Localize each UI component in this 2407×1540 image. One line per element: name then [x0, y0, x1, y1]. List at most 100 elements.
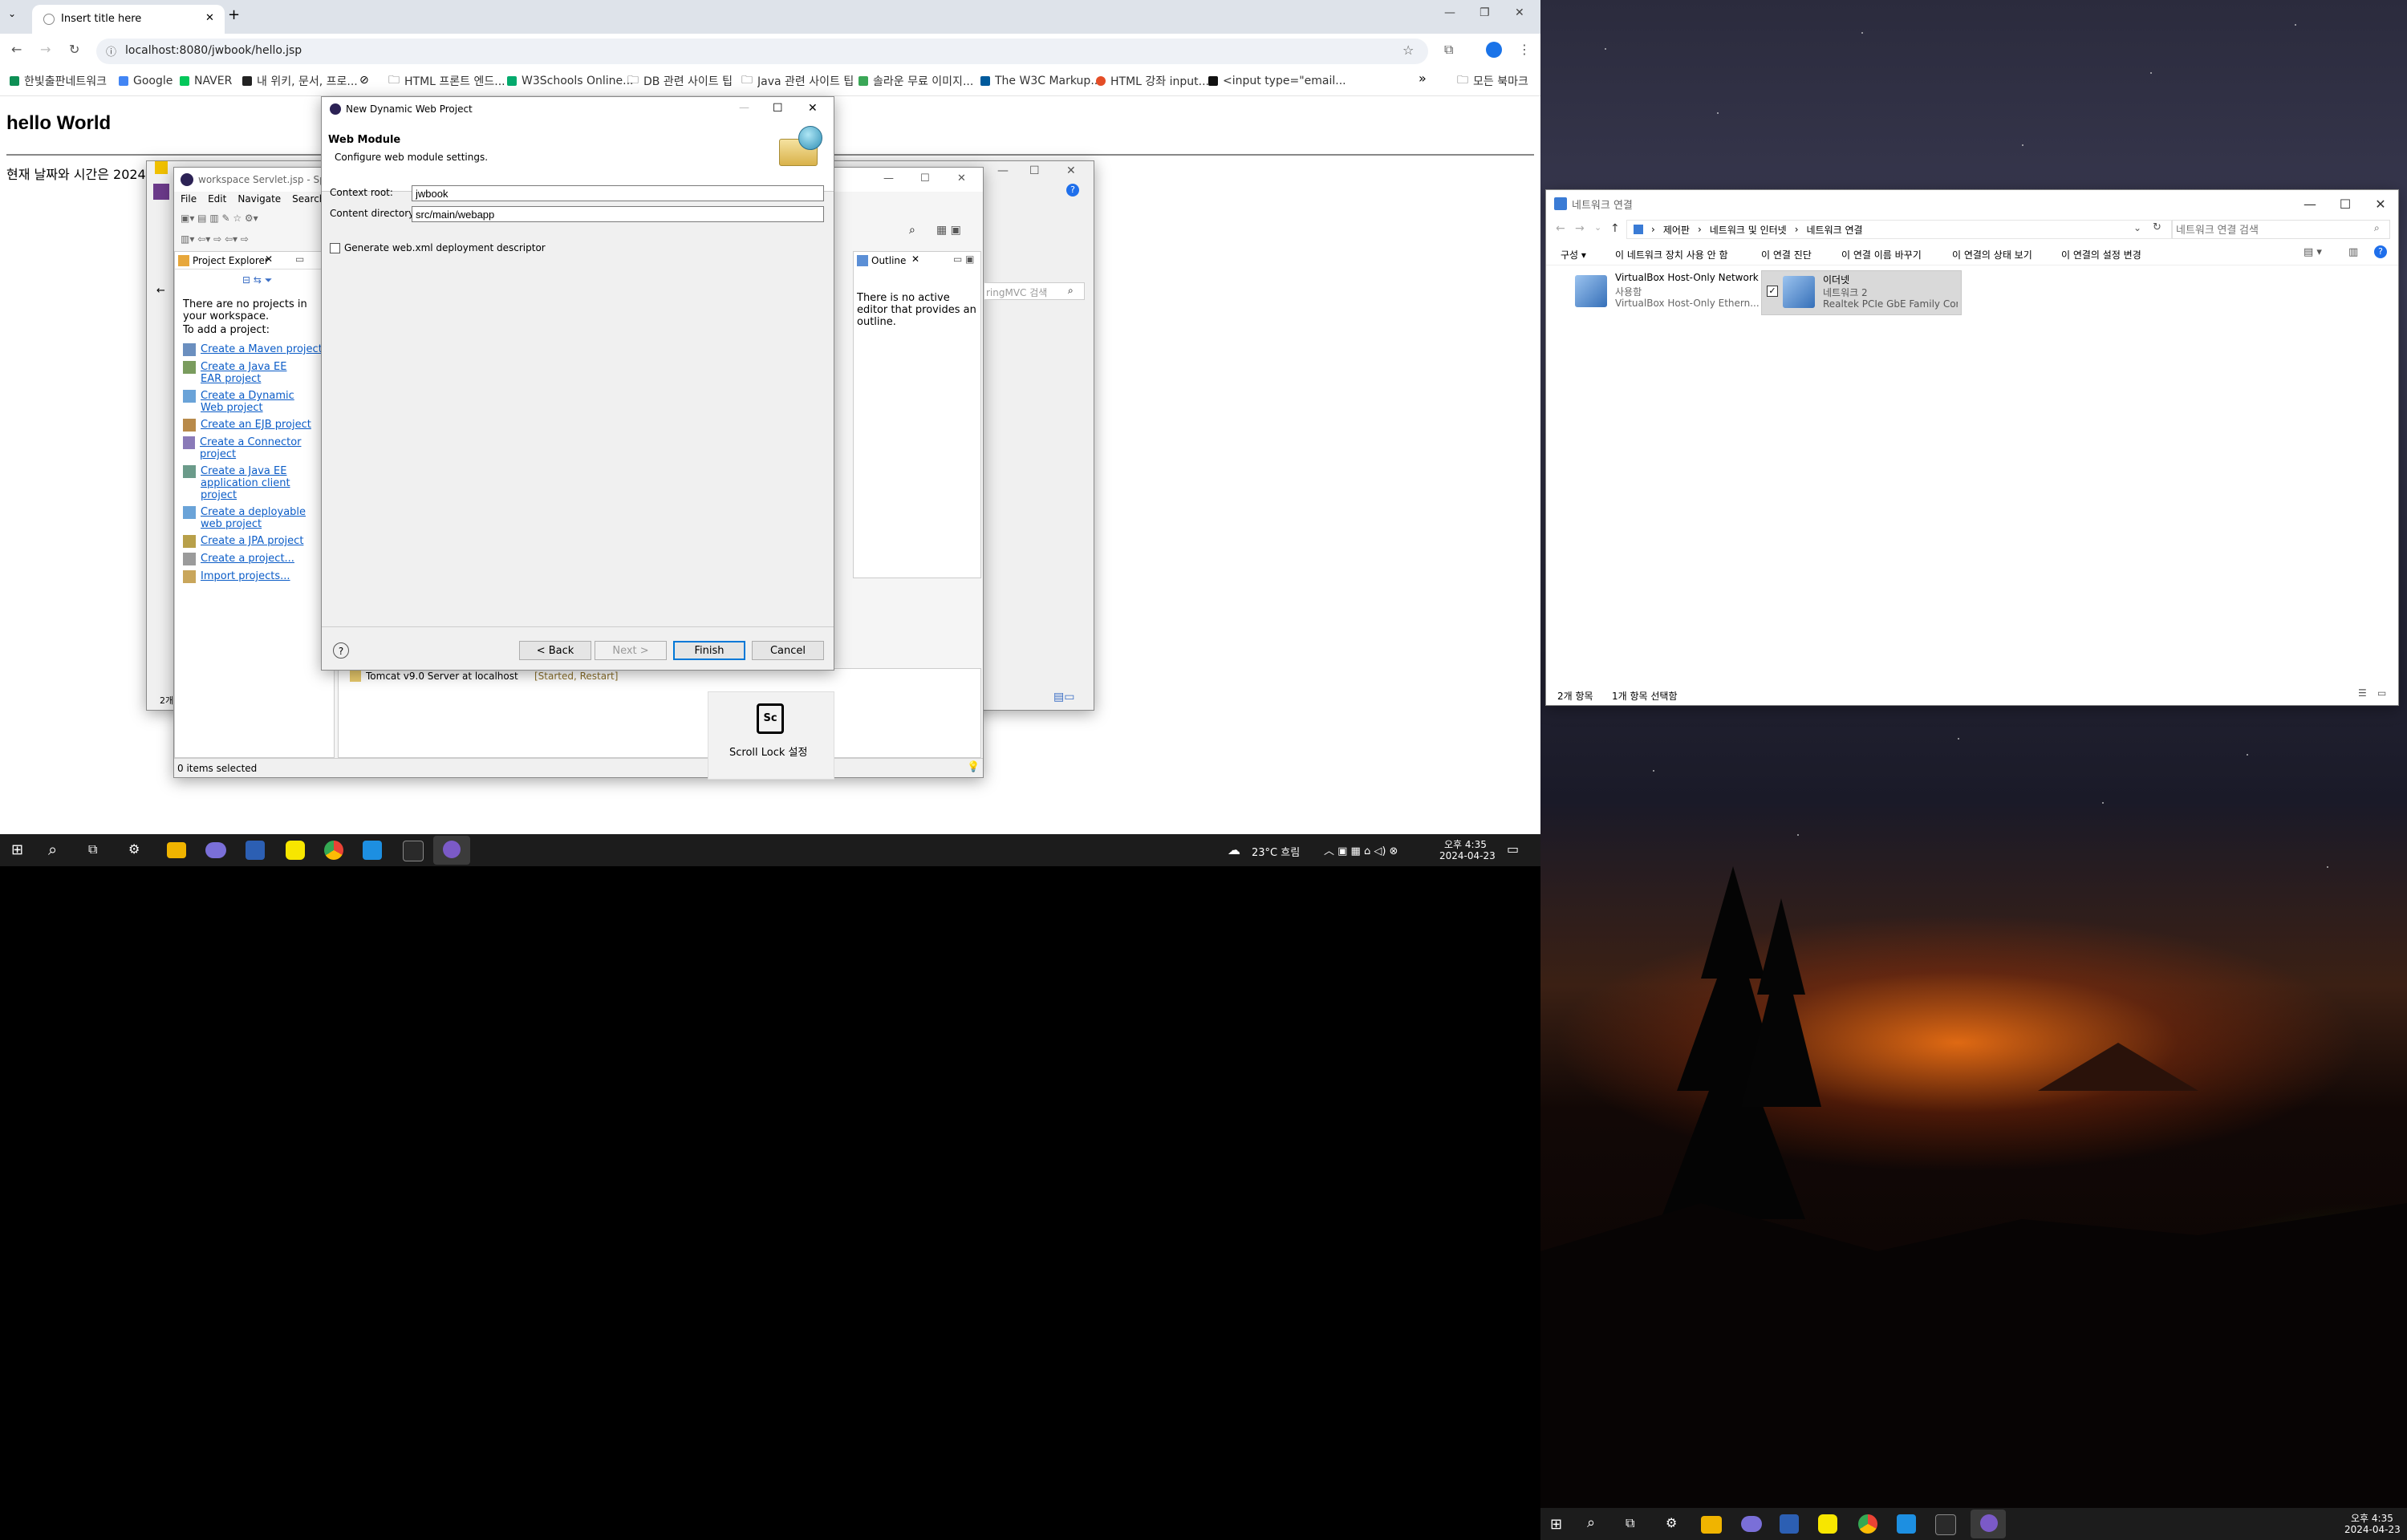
tab-project-explorer[interactable]: Project Explorer [193, 255, 269, 266]
help-icon[interactable]: ? [1066, 184, 1079, 197]
browser-tab[interactable]: Insert title here ✕ [32, 5, 225, 34]
create-connector-link[interactable]: Create a Connector project [200, 436, 332, 460]
generate-descriptor-checkbox[interactable] [330, 243, 340, 253]
terminal-icon[interactable] [1935, 1514, 1956, 1535]
more-bookmarks-button[interactable]: » [1419, 71, 1427, 86]
view-options-icon[interactable]: ▤ ▾ [2303, 246, 2322, 258]
app-icon[interactable] [205, 842, 226, 858]
bookmark-folder[interactable]: 🗀 HTML 프론트 엔드... [388, 72, 505, 90]
secondary-toolbar[interactable]: ▥▾ ⇦▾ ⇨ ⇦▾ ⇨ [181, 233, 325, 249]
help-icon[interactable]: ? [2374, 245, 2387, 258]
up-icon[interactable]: ↑ [1610, 222, 1620, 235]
bookmark-item[interactable]: W3Schools Online... [507, 72, 633, 90]
back-icon[interactable]: ← [1556, 222, 1565, 235]
app-icon[interactable] [1741, 1516, 1762, 1532]
vscode-icon[interactable] [1780, 1514, 1799, 1534]
clock-date[interactable]: 2024-04-23 [1439, 850, 1496, 861]
minimize-button[interactable]: — [739, 102, 749, 114]
url-text[interactable]: localhost:8080/jwbook/hello.jsp [125, 44, 302, 57]
create-project-link[interactable]: Create a project... [201, 553, 294, 565]
maximize-button[interactable]: ☐ [1029, 164, 1040, 177]
maximize-button[interactable]: ☐ [920, 172, 930, 184]
breadcrumb[interactable]: › 제어판 › 네트워크 및 인터넷 › 네트워크 연결 [1626, 220, 2172, 239]
next-button[interactable]: Next > [595, 641, 667, 660]
rename-button[interactable]: 이 연결 이름 바꾸기 [1841, 248, 1922, 261]
adapter-item-selected[interactable]: ✓ 이더넷 네트워크 2 Realtek PCIe GbE Family Con… [1761, 270, 1962, 315]
settings-icon[interactable]: ⚙ [128, 841, 140, 857]
dropdown-chevron-icon[interactable]: ⌄ [2133, 222, 2141, 233]
server-row[interactable]: Tomcat v9.0 Server at localhost [366, 671, 518, 682]
close-button[interactable]: ✕ [808, 102, 818, 115]
large-icons-view-icon[interactable]: ▭ [2377, 687, 2386, 699]
minimize-button[interactable]: — [1444, 6, 1455, 19]
task-view-icon[interactable]: ⧉ [1626, 1515, 1634, 1531]
tab-outline[interactable]: Outline [871, 255, 906, 266]
bookmark-star-icon[interactable]: ☆ [1402, 43, 1414, 58]
tab-search-icon[interactable]: ⌄ [8, 8, 16, 19]
finish-button[interactable]: Finish [673, 641, 745, 660]
globe-icon[interactable]: ⊘ [359, 74, 369, 87]
refresh-icon[interactable]: ↻ [2153, 221, 2161, 233]
select-checkbox[interactable]: ✓ [1767, 286, 1778, 297]
task-view-icon[interactable]: ⧉ [88, 841, 97, 857]
profile-avatar[interactable] [1486, 42, 1502, 58]
close-button[interactable]: ✕ [1066, 164, 1076, 177]
menu-file[interactable]: File [181, 193, 197, 209]
search-input[interactable] [2172, 220, 2390, 239]
organize-menu[interactable]: 구성 ▾ [1561, 248, 1586, 261]
content-directory-input[interactable] [412, 206, 824, 222]
preview-pane-icon[interactable]: ▥ [2348, 246, 2358, 258]
minimize-button[interactable]: — [883, 172, 894, 184]
vscode-icon[interactable] [246, 841, 265, 860]
create-ejb-link[interactable]: Create an EJB project [201, 419, 311, 432]
kakaotalk-icon[interactable] [1818, 1514, 1837, 1534]
start-icon[interactable]: ⊞ [1550, 1516, 1562, 1533]
menu-edit[interactable]: Edit [208, 193, 226, 209]
tip-icon[interactable]: 💡 [967, 761, 980, 773]
site-info-icon[interactable]: ⓘ [106, 43, 116, 59]
search-icon[interactable]: ⌕ [909, 224, 915, 237]
tray-icons[interactable]: ︿ ▣ ▦ ⌂ ◁) ⊗ [1324, 842, 1398, 857]
file-explorer-icon[interactable] [1701, 1516, 1722, 1534]
breadcrumb-item[interactable]: 제어판 [1663, 223, 1690, 237]
back-icon[interactable]: ← [11, 42, 22, 57]
disable-device-button[interactable]: 이 네트워크 장치 사용 안 함 [1615, 248, 1728, 261]
weather-icon[interactable]: ☁ [1228, 842, 1240, 857]
create-ear-link[interactable]: Create a Java EE EAR project [201, 361, 297, 385]
details-view-icon[interactable]: ☰ [2358, 687, 2367, 699]
change-settings-button[interactable]: 이 연결의 설정 변경 [2061, 248, 2141, 261]
close-button[interactable]: ✕ [2363, 190, 2398, 217]
close-tab-icon[interactable]: ✕ [911, 253, 919, 265]
minimize-button[interactable]: — [997, 164, 1009, 177]
start-icon[interactable]: ⊞ [11, 841, 23, 858]
menu-navigate[interactable]: Navigate [237, 193, 281, 209]
cancel-button[interactable]: Cancel [752, 641, 824, 660]
bookmark-item[interactable]: 내 위키, 문서, 프로... [242, 72, 358, 90]
reload-icon[interactable]: ↻ [69, 42, 79, 57]
create-dynamic-web-link[interactable]: Create a Dynamic Web project [201, 390, 313, 414]
app-icon[interactable] [363, 841, 382, 860]
bookmark-item[interactable]: NAVER [180, 72, 232, 90]
maximize-button[interactable]: ☐ [2328, 190, 2363, 217]
file-explorer-icon[interactable] [167, 842, 186, 858]
bookmark-item[interactable]: 한빛출판네트워크 [10, 72, 107, 90]
close-button[interactable]: ✕ [1515, 6, 1524, 19]
create-deployable-web-link[interactable]: Create a deployable web project [201, 506, 313, 530]
address-bar[interactable]: ⓘ localhost:8080/jwbook/hello.jsp ☆ [96, 38, 1428, 64]
adapter-item[interactable]: VirtualBox Host-Only Network 사용함 Virtual… [1575, 270, 1768, 315]
chrome-icon[interactable] [324, 841, 343, 860]
recent-chevron-icon[interactable]: ⌄ [1594, 222, 1601, 233]
bookmark-folder[interactable]: 🗀 Java 관련 사이트 팁 [741, 72, 854, 90]
search-field[interactable]: ringMVC 검색 ⌕ [984, 282, 1085, 300]
chrome-icon[interactable] [1858, 1514, 1877, 1534]
breadcrumb-item[interactable]: 네트워크 연결 [1807, 223, 1863, 237]
bookmark-item[interactable]: The W3C Markup... [980, 72, 1102, 90]
settings-icon[interactable]: ⚙ [1666, 1515, 1677, 1530]
help-icon[interactable]: ? [333, 642, 349, 659]
terminal-icon[interactable] [403, 841, 424, 861]
minimize-button[interactable]: — [2292, 190, 2328, 217]
app-icon[interactable] [1897, 1514, 1916, 1534]
collapse-all-icon[interactable]: ⊟ ⇆ ⏷ [242, 274, 272, 286]
forward-icon[interactable]: → [40, 42, 51, 57]
clock-date[interactable]: 2024-04-23 [2344, 1524, 2401, 1535]
